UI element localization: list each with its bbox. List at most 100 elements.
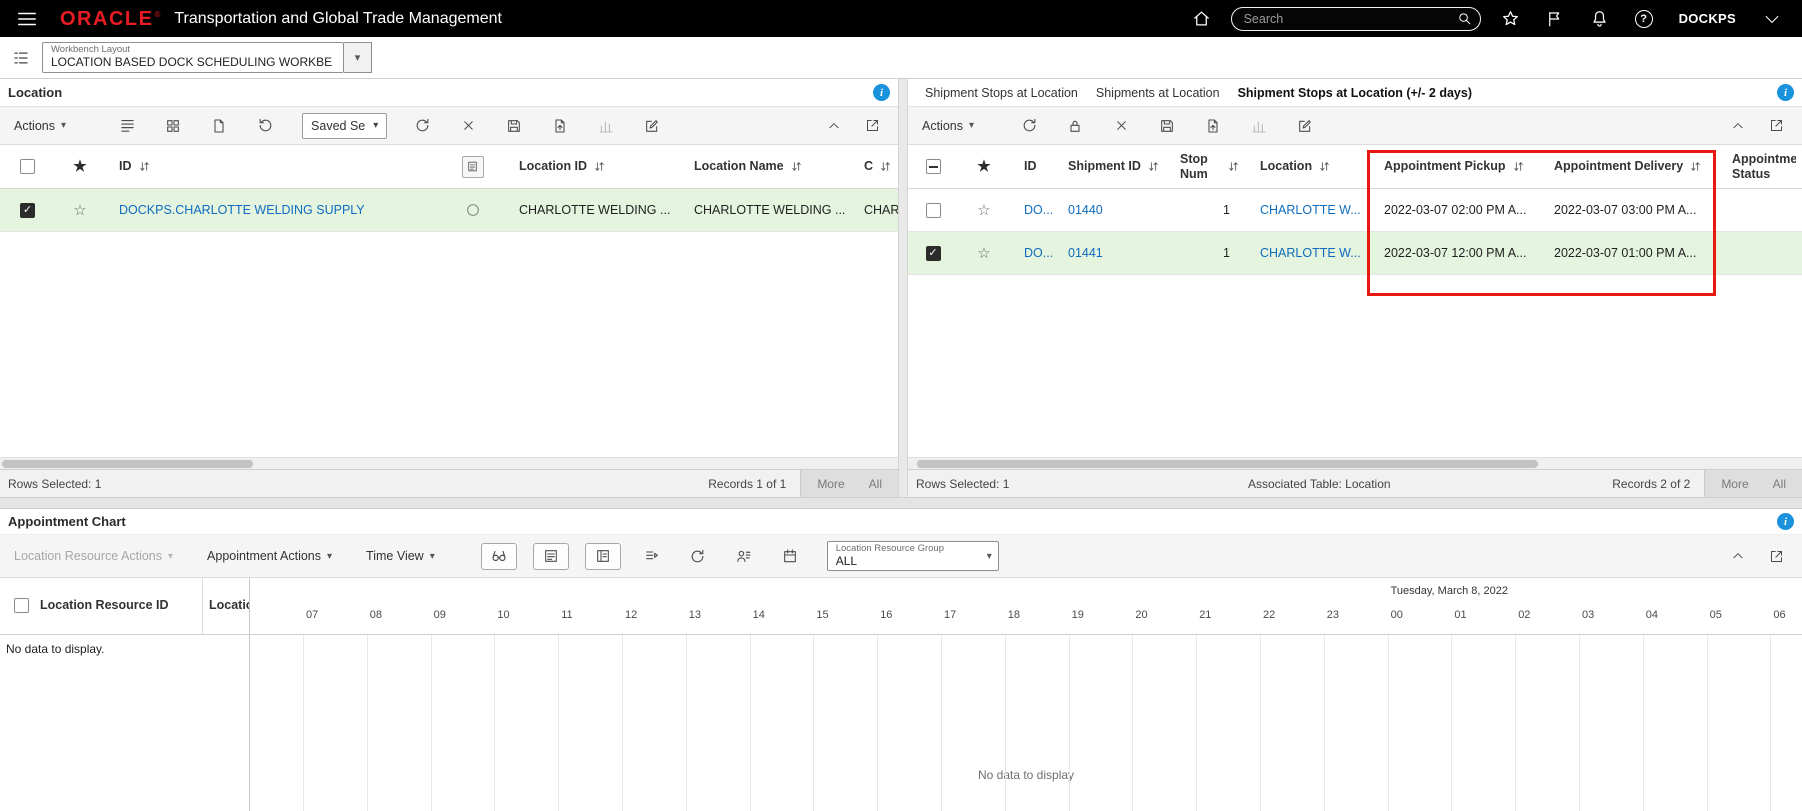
sort-icon[interactable]	[879, 160, 892, 173]
notifications-bell-icon[interactable]	[1584, 9, 1615, 28]
favorite-column-icon[interactable]: ★	[73, 159, 86, 174]
open-in-new-window-icon[interactable]	[1764, 112, 1788, 140]
row-checkbox[interactable]	[925, 202, 941, 218]
location-link[interactable]: CHARLOTTE W...	[1260, 246, 1361, 260]
workbench-layouts-icon[interactable]	[12, 49, 30, 67]
appointment-chart-info-icon[interactable]: i	[1777, 513, 1794, 530]
resources-icon[interactable]	[729, 542, 759, 570]
reload-icon[interactable]	[250, 112, 280, 140]
location-info-icon[interactable]: i	[873, 84, 890, 101]
calendar-icon[interactable]	[775, 542, 805, 570]
all-button[interactable]: All	[869, 477, 882, 491]
edit-icon[interactable]	[1290, 112, 1320, 140]
location-link[interactable]: CHARLOTTE W...	[1260, 203, 1361, 217]
form-view-icon[interactable]	[532, 542, 569, 570]
favorite-star-icon[interactable]: ☆	[73, 203, 86, 218]
sort-icon[interactable]	[138, 160, 151, 173]
export-icon[interactable]	[545, 112, 575, 140]
select-all-checkbox[interactable]	[20, 159, 35, 174]
collapse-panel-icon[interactable]	[822, 112, 846, 140]
vertical-splitter[interactable]	[898, 79, 908, 497]
flag-icon[interactable]	[1540, 10, 1570, 28]
sort-icon[interactable]	[1227, 160, 1240, 173]
save-icon[interactable]	[1152, 112, 1182, 140]
workbench-layout-dropdown-button[interactable]: ▾	[344, 42, 372, 73]
export-icon[interactable]	[1198, 112, 1228, 140]
sort-icon[interactable]	[1689, 160, 1702, 173]
all-button[interactable]: All	[1773, 477, 1786, 491]
lock-icon[interactable]	[1060, 112, 1090, 140]
stop-id-link[interactable]: DO...	[1024, 246, 1053, 260]
stop-table-row[interactable]: ✓ ☆ DO... 01441 1 CHARLOTTE W... 2022-03…	[908, 232, 1802, 275]
workbench-layout-combobox[interactable]: Workbench Layout LOCATION BASED DOCK SCH…	[42, 42, 344, 73]
favorites-star-icon[interactable]	[1495, 9, 1526, 28]
sort-icon[interactable]	[1318, 160, 1331, 173]
tab-shipments-at-location[interactable]: Shipments at Location	[1087, 86, 1229, 100]
scrollbar-thumb[interactable]	[2, 460, 253, 468]
document-icon[interactable]	[204, 112, 234, 140]
scrollbar-thumb[interactable]	[917, 460, 1538, 468]
collapse-panel-icon[interactable]	[1726, 542, 1750, 570]
location-actions-dropdown[interactable]: Actions ▾	[10, 119, 70, 133]
stop-table-row[interactable]: ☆ DO... 01440 1 CHARLOTTE W... 2022-03-0…	[908, 189, 1802, 232]
sort-icon[interactable]	[790, 160, 803, 173]
stops-actions-dropdown[interactable]: Actions ▾	[918, 119, 978, 133]
chart-icon[interactable]	[591, 112, 621, 140]
search-icon[interactable]	[1457, 11, 1472, 26]
select-all-checkbox[interactable]	[925, 159, 941, 174]
tab-shipment-stops-2-days[interactable]: Shipment Stops at Location (+/- 2 days)	[1229, 86, 1481, 100]
favorite-star-icon[interactable]: ☆	[977, 203, 990, 218]
edit-icon[interactable]	[637, 112, 667, 140]
horizontal-splitter[interactable]	[0, 497, 1802, 509]
sort-icon[interactable]	[1147, 160, 1160, 173]
gantt-select-all-checkbox[interactable]	[14, 598, 29, 613]
home-icon[interactable]	[1186, 9, 1217, 28]
shipment-id-link[interactable]: 01441	[1068, 246, 1103, 260]
caret-down-icon: ▾	[373, 120, 379, 131]
appointment-actions-dropdown[interactable]: Appointment Actions ▾	[203, 549, 336, 563]
details-column-icon[interactable]	[461, 155, 484, 178]
save-icon[interactable]	[499, 112, 529, 140]
open-in-new-window-icon[interactable]	[1764, 542, 1788, 570]
favorite-column-icon[interactable]: ★	[977, 159, 990, 174]
radio-button[interactable]	[465, 202, 481, 218]
more-button[interactable]: More	[817, 477, 844, 491]
table-settings-icon[interactable]	[112, 112, 142, 140]
location-table-header: ★ ID Location ID Location Name City	[0, 145, 898, 189]
row-checkbox[interactable]: ✓	[20, 202, 35, 218]
location-resource-actions-dropdown[interactable]: Location Resource Actions ▾	[10, 549, 177, 563]
collapse-panel-icon[interactable]	[1726, 112, 1750, 140]
help-icon[interactable]: ?	[1629, 9, 1659, 28]
shipment-id-link[interactable]: 01440	[1068, 203, 1103, 217]
user-menu-chevron-icon[interactable]	[1756, 9, 1788, 29]
open-in-new-window-icon[interactable]	[860, 112, 884, 140]
global-search-input[interactable]	[1243, 11, 1457, 26]
stop-id-link[interactable]: DO...	[1024, 203, 1053, 217]
location-id-link[interactable]: DOCKPS.CHARLOTTE WELDING SUPPLY	[119, 203, 365, 217]
list-view-icon[interactable]	[584, 542, 621, 570]
legend-icon[interactable]	[637, 542, 667, 570]
stops-info-icon[interactable]: i	[1777, 84, 1794, 101]
refresh-icon[interactable]	[407, 112, 437, 140]
more-button[interactable]: More	[1721, 477, 1748, 491]
refresh-icon[interactable]	[683, 542, 713, 570]
sort-icon[interactable]	[1512, 160, 1525, 173]
pager-controls: More All	[800, 470, 898, 497]
hamburger-menu-icon[interactable]	[10, 8, 44, 30]
find-icon[interactable]	[480, 542, 517, 570]
sort-icon[interactable]	[593, 160, 606, 173]
grid-view-icon[interactable]	[158, 112, 188, 140]
clear-search-icon[interactable]	[453, 112, 483, 140]
saved-search-dropdown[interactable]: Saved Se ▾	[302, 112, 388, 139]
favorite-star-icon[interactable]: ☆	[977, 246, 990, 261]
tab-shipment-stops-at-location[interactable]: Shipment Stops at Location	[916, 86, 1087, 100]
location-resource-group-combobox[interactable]: Location Resource Group ALL ▾	[826, 541, 999, 571]
row-checkbox[interactable]: ✓	[925, 245, 941, 261]
time-view-dropdown[interactable]: Time View ▾	[362, 549, 439, 563]
clear-search-icon[interactable]	[1106, 112, 1136, 140]
refresh-icon[interactable]	[1014, 112, 1044, 140]
chart-icon[interactable]	[1244, 112, 1274, 140]
location-table-row[interactable]: ✓ ☆ DOCKPS.CHARLOTTE WELDING SUPPLY CHAR…	[0, 189, 898, 232]
gantt-hour-label: 22	[1263, 609, 1276, 621]
user-menu[interactable]: DOCKPS	[1673, 11, 1742, 26]
